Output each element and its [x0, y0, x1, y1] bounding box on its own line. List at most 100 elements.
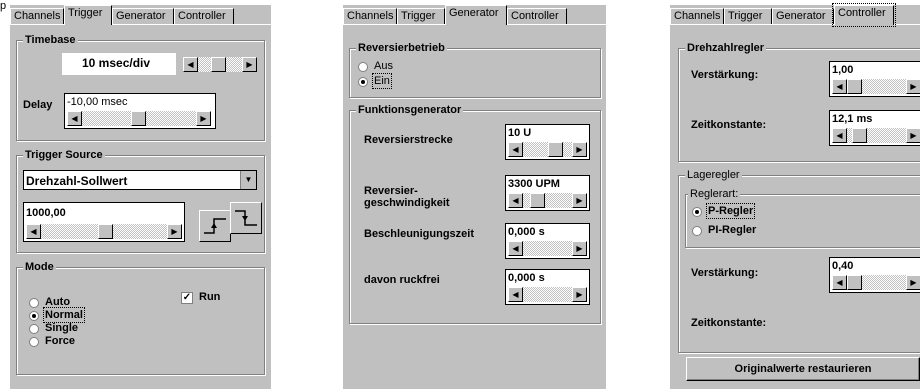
mode-force-label: Force	[45, 335, 75, 347]
tab-controller[interactable]: Controller	[174, 8, 234, 24]
tab-trigger[interactable]: Trigger	[397, 8, 445, 24]
reversier-ein-radio[interactable]	[358, 77, 368, 87]
reversierstrecke-field[interactable]: 10 U ◀ ▶	[505, 124, 590, 160]
drehzahl-verstaerkung-scrollbar[interactable]: ◀ ▶	[832, 79, 920, 94]
scroll-left-icon[interactable]: ◀	[832, 79, 847, 94]
run-checkbox[interactable]: ✓	[181, 292, 193, 304]
mode-force-radio[interactable]	[29, 337, 39, 347]
scroll-left-icon[interactable]: ◀	[508, 142, 523, 157]
drehzahl-zeitkonstante-field[interactable]: 12,1 ms ◀ ▶	[829, 110, 920, 146]
tab-generator[interactable]: Generator	[445, 5, 507, 25]
generator-panel: Channels Trigger Generator Controller Re…	[343, 5, 606, 389]
scroll-left-icon[interactable]: ◀	[508, 241, 523, 256]
tab-channels[interactable]: Channels	[10, 8, 64, 24]
trigger-level-scrollbar[interactable]: ◀ ▶	[26, 224, 182, 239]
mode-normal-radio[interactable]	[29, 311, 39, 321]
scroll-thumb[interactable]	[852, 128, 867, 143]
tab-channels[interactable]: Channels	[670, 8, 724, 24]
mode-auto-label: Auto	[45, 296, 71, 308]
scroll-left-icon[interactable]: ◀	[67, 111, 82, 126]
drehzahl-zeitkonstante-scrollbar[interactable]: ◀ ▶	[832, 128, 920, 143]
reversierstrecke-scrollbar[interactable]: ◀ ▶	[508, 142, 587, 157]
restore-defaults-button[interactable]: Originalwerte restaurieren	[686, 357, 920, 381]
tab-trigger[interactable]: Trigger	[64, 5, 112, 25]
scroll-right-icon[interactable]: ▶	[196, 111, 211, 126]
ruckfrei-field[interactable]: 0,000 s ◀ ▶	[505, 269, 590, 305]
scroll-left-icon[interactable]: ◀	[832, 128, 847, 143]
trigger-source-group: Trigger Source Drehzahl-Sollwert ▼ 1000,…	[16, 149, 265, 253]
delay-label: Delay	[23, 99, 53, 111]
lage-verstaerkung-scrollbar[interactable]: ◀ ▶	[832, 275, 920, 290]
delay-field[interactable]: -10,00 msec ◀ ▶	[64, 93, 216, 129]
reversiergeschwindigkeit-label-2: geschwindigkeit	[364, 197, 450, 209]
scroll-right-icon[interactable]: ▶	[906, 275, 920, 290]
scroll-right-icon[interactable]: ▶	[242, 57, 257, 72]
lage-zeitkonstante-label: Zeitkonstante:	[691, 317, 767, 329]
scroll-right-icon[interactable]: ▶	[572, 287, 587, 302]
pi-regler-radio[interactable]	[692, 226, 702, 236]
scroll-left-icon[interactable]: ◀	[508, 287, 523, 302]
lage-verstaerkung-field[interactable]: 0,40 ◀ ▶	[829, 257, 920, 293]
scroll-right-icon[interactable]: ▶	[572, 193, 587, 208]
scroll-thumb[interactable]	[98, 224, 113, 239]
scroll-right-icon[interactable]: ▶	[167, 224, 182, 239]
tab-controller[interactable]: Controller	[832, 3, 896, 27]
mode-single-label: Single	[45, 322, 79, 334]
chevron-down-icon[interactable]: ▼	[240, 171, 256, 189]
beschleunigungszeit-value: 0,000 s	[508, 226, 545, 238]
tab-controller[interactable]: Controller	[507, 8, 567, 24]
trigger-level-field[interactable]: 1000,00 ◀ ▶	[23, 202, 185, 242]
delay-scrollbar[interactable]: ◀ ▶	[67, 111, 211, 126]
scroll-thumb[interactable]	[847, 79, 862, 94]
scroll-left-icon[interactable]: ◀	[508, 193, 523, 208]
mode-group: Mode Auto Normal Single Force ✓ Run	[16, 261, 265, 375]
reversierbetrieb-group: Reversierbetrieb Aus Ein	[349, 42, 601, 98]
lage-verstaerkung-value: 0,40	[832, 260, 854, 272]
beschleunigungszeit-field[interactable]: 0,000 s ◀ ▶	[505, 223, 590, 259]
scroll-right-icon[interactable]: ▶	[572, 142, 587, 157]
drehzahl-verstaerkung-value: 1,00	[832, 64, 854, 76]
reversiergeschwindigkeit-value: 3300 UPM	[508, 178, 560, 190]
timebase-title: Timebase	[23, 34, 78, 47]
scroll-left-icon[interactable]: ◀	[183, 57, 198, 72]
reversierstrecke-label: Reversierstrecke	[364, 134, 453, 146]
ruckfrei-scrollbar[interactable]: ◀ ▶	[508, 287, 587, 302]
mode-normal-label: Normal	[43, 307, 85, 323]
tab-generator[interactable]: Generator	[112, 8, 174, 24]
reversiergeschwindigkeit-field[interactable]: 3300 UPM ◀ ▶	[505, 175, 590, 211]
beschleunigungszeit-scrollbar[interactable]: ◀ ▶	[508, 241, 587, 256]
rising-edge-icon[interactable]	[199, 210, 231, 242]
scroll-thumb[interactable]	[211, 57, 226, 72]
scroll-thumb[interactable]	[530, 193, 545, 208]
mode-single-radio[interactable]	[29, 324, 39, 334]
tab-channels[interactable]: Channels	[343, 8, 397, 24]
timebase-scrollbar[interactable]: ◀ ▶	[183, 57, 257, 72]
mode-auto-radio[interactable]	[29, 298, 39, 308]
scroll-thumb[interactable]	[131, 111, 146, 126]
scroll-right-icon[interactable]: ▶	[906, 128, 920, 143]
reversier-aus-radio[interactable]	[358, 62, 368, 72]
ruckfrei-label: davon ruckfrei	[364, 274, 440, 286]
reversierstrecke-value: 10 U	[508, 127, 532, 139]
scroll-right-icon[interactable]: ▶	[572, 241, 587, 256]
run-label: Run	[199, 291, 221, 303]
scroll-right-icon[interactable]: ▶	[906, 79, 920, 94]
scroll-thumb[interactable]	[548, 142, 563, 157]
trigger-level-value: 1000,00	[26, 207, 66, 219]
scroll-left-icon[interactable]: ◀	[26, 224, 41, 239]
drehzahl-zeitkonstante-value: 12,1 ms	[832, 113, 873, 125]
p-regler-radio[interactable]	[692, 207, 702, 217]
scroll-thumb[interactable]	[847, 275, 862, 290]
beschleunigungszeit-label: Beschleunigungszeit	[364, 228, 475, 240]
falling-edge-icon[interactable]	[230, 202, 262, 234]
drehzahl-verstaerkung-label: Verstärkung:	[691, 69, 759, 81]
funktionsgenerator-group: Funktionsgenerator Reversierstrecke 10 U…	[349, 104, 601, 324]
tab-generator[interactable]: Generator	[772, 8, 834, 24]
funktionsgenerator-title: Funktionsgenerator	[356, 104, 464, 117]
tab-trigger[interactable]: Trigger	[724, 8, 772, 24]
drehzahl-verstaerkung-field[interactable]: 1,00 ◀ ▶	[829, 61, 920, 97]
reversiergeschwindigkeit-scrollbar[interactable]: ◀ ▶	[508, 193, 587, 208]
lageregler-group: Lageregler Reglerart: P-Regler PI-Regler…	[678, 169, 920, 353]
trigger-source-select[interactable]: Drehzahl-Sollwert ▼	[23, 170, 257, 190]
scroll-left-icon[interactable]: ◀	[832, 275, 847, 290]
